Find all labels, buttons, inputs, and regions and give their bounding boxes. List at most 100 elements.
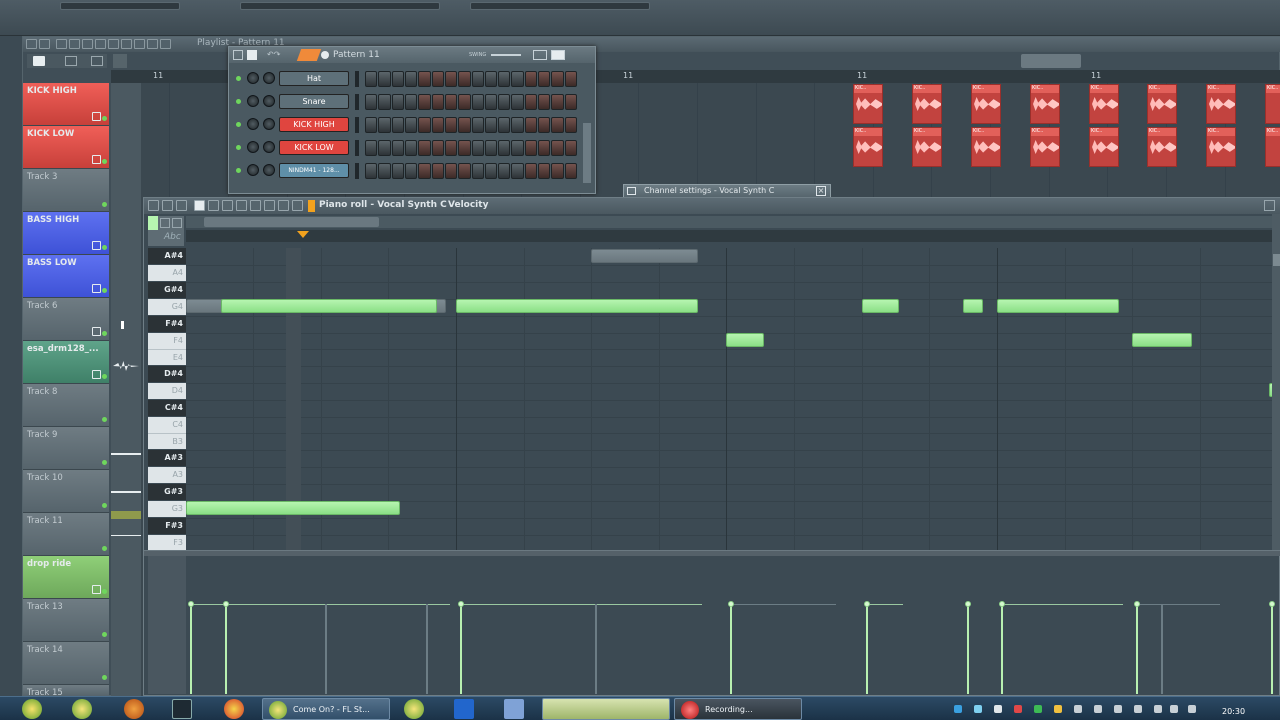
view-icon[interactable]	[247, 50, 257, 60]
track-header[interactable]: esa_drm128_...	[23, 341, 109, 384]
note[interactable]	[963, 299, 983, 313]
piano-key[interactable]: A3	[148, 467, 186, 483]
clock[interactable]: 20:30	[1222, 707, 1245, 716]
piano-key[interactable]: A#4	[148, 248, 186, 264]
track-led[interactable]	[102, 288, 107, 293]
pattern-title[interactable]: Pattern 11	[333, 50, 380, 60]
piano-key[interactable]: F#3	[148, 518, 186, 534]
velocity-stem[interactable]	[426, 604, 428, 694]
taskbar-task[interactable]	[542, 698, 670, 720]
track-led[interactable]	[102, 675, 107, 680]
channel-row[interactable]: KICK HIGH	[233, 114, 593, 136]
toolbar-slot[interactable]	[470, 2, 650, 10]
options-icon[interactable]	[233, 50, 243, 60]
tray-icon[interactable]	[1134, 705, 1142, 713]
channel-select[interactable]	[355, 94, 359, 110]
track-led[interactable]	[102, 546, 107, 551]
play-icon[interactable]	[147, 39, 158, 49]
velocity-stem[interactable]	[188, 601, 194, 694]
channel-select[interactable]	[355, 117, 359, 133]
tray-icon[interactable]	[994, 705, 1002, 713]
menu-icon[interactable]	[627, 187, 636, 195]
snap-icon[interactable]	[176, 200, 187, 211]
piano-roll-grid[interactable]	[186, 248, 1276, 550]
terminal-icon[interactable]	[172, 699, 192, 719]
tray-icon[interactable]	[1014, 705, 1022, 713]
toolbar-slot[interactable]	[240, 2, 440, 10]
mute-icon[interactable]	[236, 200, 247, 211]
track-header[interactable]: KICK HIGH	[23, 83, 109, 126]
pan-knob[interactable]	[247, 141, 259, 153]
lock-icon[interactable]	[92, 327, 101, 336]
pattern-clip[interactable]: KIC..	[853, 127, 883, 167]
velocity-stem[interactable]	[595, 604, 597, 694]
lock-icon[interactable]	[92, 241, 101, 250]
velocity-stem[interactable]	[728, 601, 734, 694]
taskbar-task[interactable]: Come On? - FL St...	[262, 698, 390, 720]
close-icon[interactable]: ×	[816, 186, 826, 196]
menu-icon[interactable]	[26, 39, 37, 49]
tray-icon[interactable]	[1074, 705, 1082, 713]
pattern-clip[interactable]: KIC..	[1147, 84, 1177, 124]
snap-icon[interactable]	[65, 56, 77, 66]
note[interactable]	[186, 501, 400, 515]
tool-icon[interactable]	[91, 56, 103, 66]
track-led[interactable]	[102, 460, 107, 465]
piano-key[interactable]: E4	[148, 349, 186, 365]
channel-led[interactable]	[236, 168, 241, 173]
app-icon[interactable]	[404, 699, 424, 719]
velocity-lane[interactable]	[188, 556, 1278, 694]
channel-led[interactable]	[236, 99, 241, 104]
velocity-stem[interactable]	[965, 601, 971, 694]
track-header[interactable]: Track 11	[23, 513, 109, 556]
step-sequencer-scrollbar[interactable]	[583, 123, 591, 183]
pattern-clip[interactable]: KIC..	[1206, 127, 1236, 167]
slip-icon[interactable]	[108, 39, 119, 49]
app-icon[interactable]	[124, 699, 144, 719]
zoom-icon[interactable]	[134, 39, 145, 49]
lock-icon[interactable]	[92, 112, 101, 121]
piano-key[interactable]: B3	[148, 433, 186, 449]
menu-icon[interactable]	[148, 200, 159, 211]
pattern-clip[interactable]: KIC..	[1265, 84, 1280, 124]
play-icon[interactable]	[292, 200, 303, 211]
channel-button[interactable]: NINDM41 - 128...	[279, 163, 349, 178]
tool-icon[interactable]	[172, 218, 182, 228]
velocity-stem[interactable]	[1161, 604, 1163, 694]
pan-knob[interactable]	[247, 118, 259, 130]
pattern-clip[interactable]: KIC..	[1147, 127, 1177, 167]
note[interactable]	[862, 299, 899, 313]
tray-icon[interactable]	[974, 705, 982, 713]
scroll-left-button[interactable]	[113, 54, 127, 68]
track-header[interactable]: Track 14	[23, 642, 109, 685]
pencil-icon[interactable]	[296, 49, 322, 61]
track-header[interactable]: Track 10	[23, 470, 109, 513]
track-led[interactable]	[102, 331, 107, 336]
track-header[interactable]: BASS HIGH	[23, 212, 109, 255]
velocity-stem[interactable]	[223, 601, 229, 694]
pattern-clip[interactable]: KIC..	[1030, 127, 1060, 167]
maximize-icon[interactable]	[1264, 200, 1275, 211]
browser-icon[interactable]	[224, 699, 244, 719]
delete-icon[interactable]	[82, 39, 93, 49]
volume-knob[interactable]	[263, 118, 275, 130]
magnet-icon[interactable]	[39, 39, 50, 49]
swing-slider[interactable]	[491, 54, 521, 56]
select-icon[interactable]	[121, 39, 132, 49]
piano-roll-vscrollbar[interactable]	[1272, 214, 1280, 550]
track-header[interactable]: KICK LOW	[23, 126, 109, 169]
velocity-stem[interactable]	[325, 604, 327, 694]
lock-icon[interactable]	[92, 284, 101, 293]
step-sequencer-titlebar[interactable]: ↶↷ Pattern 11 SWING	[229, 47, 595, 63]
volume-icon[interactable]	[1188, 705, 1196, 713]
select-icon[interactable]	[264, 200, 275, 211]
tray-icon[interactable]	[954, 705, 962, 713]
pattern-clip[interactable]: KIC..	[1206, 84, 1236, 124]
pattern-clip[interactable]: KIC..	[1030, 84, 1060, 124]
piano-key[interactable]: G#4	[148, 282, 186, 298]
piano-roll-titlebar[interactable]: Piano roll - Vocal Synth C Velocity	[144, 198, 1280, 214]
volume-knob[interactable]	[263, 141, 275, 153]
delete-icon[interactable]	[222, 200, 233, 211]
lock-icon[interactable]	[92, 370, 101, 379]
piano-key[interactable]: D4	[148, 383, 186, 399]
